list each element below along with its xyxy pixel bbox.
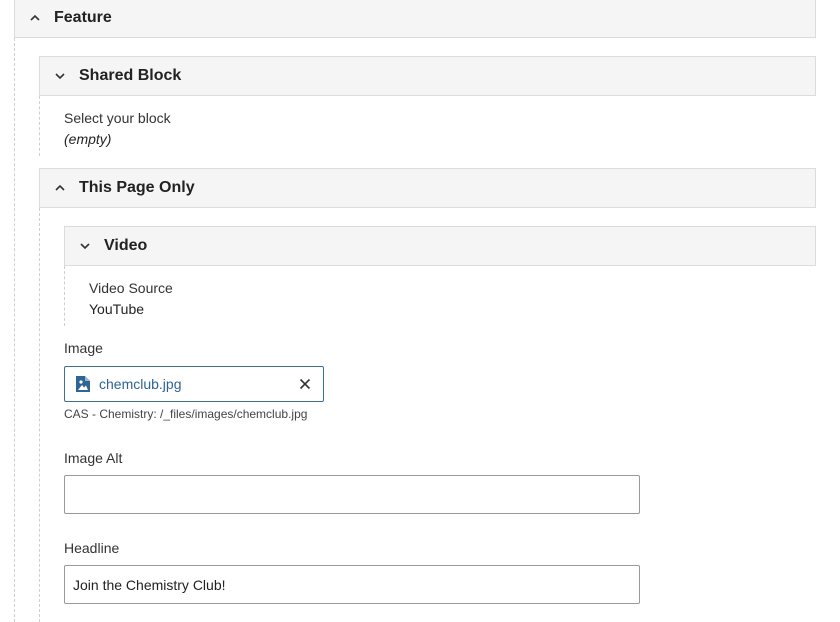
chevron-up-icon bbox=[53, 181, 67, 195]
section-title: Feature bbox=[54, 9, 112, 26]
chevron-down-icon bbox=[53, 69, 67, 83]
section-header-shared-block[interactable]: Shared Block bbox=[39, 56, 816, 96]
image-file-chip[interactable]: chemclub.jpg bbox=[64, 366, 324, 402]
image-file-icon bbox=[75, 375, 91, 393]
video-source-value: YouTube bbox=[89, 301, 145, 317]
video-source-label: Video Source bbox=[89, 280, 173, 296]
image-alt-label: Image Alt bbox=[64, 450, 123, 466]
section-title: This Page Only bbox=[79, 179, 195, 196]
headline-label: Headline bbox=[64, 540, 120, 556]
section-header-feature[interactable]: Feature bbox=[14, 0, 816, 38]
chevron-up-icon bbox=[28, 11, 42, 25]
shared-block-guide-line bbox=[39, 96, 40, 156]
this-page-only-guide-line bbox=[39, 208, 40, 622]
shared-block-field-label: Select your block bbox=[64, 110, 171, 126]
image-file-name[interactable]: chemclub.jpg bbox=[99, 376, 298, 392]
image-label: Image bbox=[64, 340, 103, 356]
feature-guide-line bbox=[14, 38, 15, 622]
video-guide-line bbox=[64, 266, 65, 326]
form-editor: Feature Shared Block Select your block (… bbox=[0, 0, 840, 622]
section-title: Shared Block bbox=[79, 67, 182, 84]
image-file-path: CAS - Chemistry: /_files/images/chemclub… bbox=[64, 407, 308, 421]
headline-input[interactable] bbox=[64, 565, 640, 604]
chevron-down-icon bbox=[78, 239, 92, 253]
close-icon[interactable] bbox=[298, 377, 312, 391]
section-header-video[interactable]: Video bbox=[64, 226, 816, 266]
section-title: Video bbox=[104, 237, 148, 254]
image-alt-input[interactable] bbox=[64, 475, 640, 514]
shared-block-field-value: (empty) bbox=[64, 131, 112, 147]
section-header-this-page-only[interactable]: This Page Only bbox=[39, 168, 816, 208]
